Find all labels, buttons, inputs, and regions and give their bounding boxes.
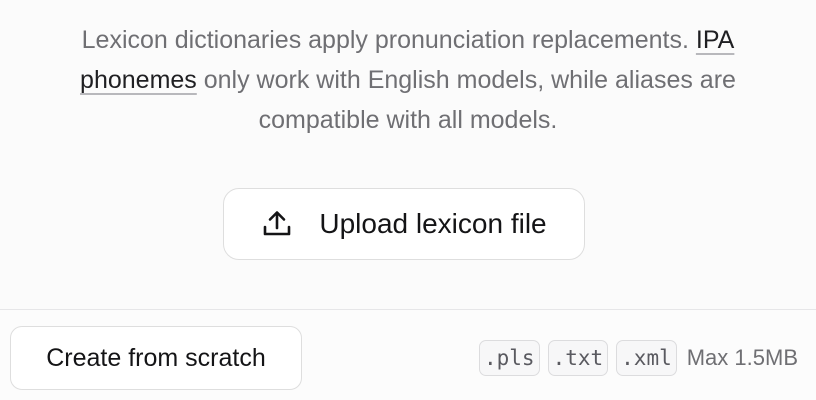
format-badge-pls: .pls — [479, 340, 540, 376]
lexicon-upload-panel: Lexicon dictionaries apply pronunciation… — [0, 0, 816, 400]
supported-formats: .pls .txt .xml Max 1.5MB — [479, 338, 798, 378]
create-from-scratch-button[interactable]: Create from scratch — [10, 326, 302, 390]
format-badge-txt: .txt — [547, 340, 609, 376]
max-file-size: Max 1.5MB — [686, 345, 798, 370]
upload-lexicon-button[interactable]: Upload lexicon file — [223, 188, 585, 260]
format-badge-xml: .xml — [616, 340, 677, 376]
upload-lexicon-label: Upload lexicon file — [319, 208, 547, 239]
description-text-after: only work with English models, while ali… — [203, 66, 736, 134]
description-text-before: Lexicon dictionaries apply pronunciation… — [81, 26, 689, 54]
lexicon-description: Lexicon dictionaries apply pronunciation… — [28, 20, 788, 140]
upload-icon — [264, 211, 291, 236]
